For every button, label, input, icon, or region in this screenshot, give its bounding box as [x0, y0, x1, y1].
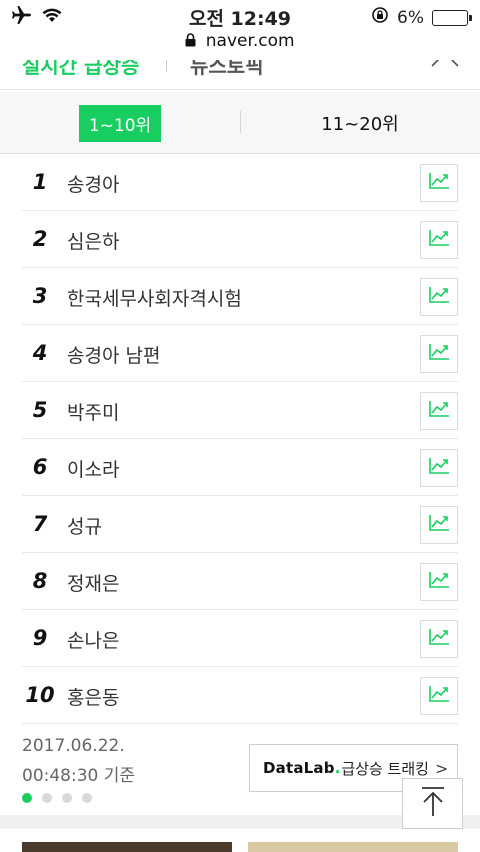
url-text: naver.com — [205, 31, 295, 51]
tab-1-10[interactable]: 1~10위 — [0, 92, 240, 154]
trend-chart-icon — [428, 172, 450, 194]
rank-keyword[interactable]: 손나은 — [67, 626, 119, 653]
rank-keyword[interactable]: 송경아 — [67, 170, 119, 197]
rank-keyword[interactable]: 이소라 — [67, 455, 119, 482]
rank-number: 8 — [32, 569, 48, 593]
thumbnail-image[interactable] — [248, 842, 458, 852]
trend-button[interactable] — [420, 278, 458, 316]
trend-chart-icon — [428, 229, 450, 251]
tab-1-10-label: 1~10위 — [78, 104, 162, 142]
page-indicator — [22, 793, 92, 803]
trend-chart-icon — [428, 571, 450, 593]
rank-number: 3 — [32, 284, 48, 308]
page-dot-1[interactable] — [22, 793, 32, 803]
trend-button[interactable] — [420, 506, 458, 544]
list-item[interactable]: 4 송경아 남편 — [22, 325, 458, 382]
status-bar: 오전 12:49 naver.com 6% — [0, 0, 480, 60]
chevron-right-icon: > — [434, 758, 449, 778]
trend-chart-icon — [428, 457, 450, 479]
rank-number: 10 — [25, 683, 55, 707]
rank-number: 1 — [32, 170, 48, 194]
arrow-up-icon — [420, 786, 446, 822]
trend-button[interactable] — [420, 164, 458, 202]
trend-chart-icon — [428, 628, 450, 650]
rank-keyword[interactable]: 송경아 남편 — [67, 341, 160, 368]
lock-icon — [185, 31, 205, 51]
list-item[interactable]: 9 손나은 — [22, 610, 458, 667]
battery-percent: 6% — [397, 7, 424, 28]
list-item[interactable]: 2 심은하 — [22, 211, 458, 268]
trend-chart-icon — [428, 400, 450, 422]
page-dot-3[interactable] — [62, 793, 72, 803]
list-item[interactable]: 1 송경아 — [22, 154, 458, 211]
list-item[interactable]: 3 한국세무사회자격시험 — [22, 268, 458, 325]
rank-number: 6 — [32, 455, 48, 479]
datalab-label: 급상승 트래킹 — [341, 759, 429, 778]
trend-button[interactable] — [420, 392, 458, 430]
datalab-dot: . — [334, 759, 341, 777]
timestamp-time: 00:48:30 기준 — [22, 766, 136, 786]
rank-number: 9 — [32, 626, 48, 650]
list-item[interactable]: 6 이소라 — [22, 439, 458, 496]
list-item[interactable]: 7 성규 — [22, 496, 458, 553]
address-bar[interactable]: naver.com — [0, 31, 480, 51]
rank-keyword[interactable]: 한국세무사회자격시험 — [67, 284, 242, 311]
rank-number: 7 — [32, 512, 48, 536]
page-dot-4[interactable] — [82, 793, 92, 803]
rank-keyword[interactable]: 홍은동 — [67, 683, 119, 710]
status-right: 6% — [371, 6, 472, 29]
trend-button[interactable] — [420, 221, 458, 259]
trend-chart-icon — [428, 685, 450, 707]
trend-button[interactable] — [420, 563, 458, 601]
trend-button[interactable] — [420, 449, 458, 487]
timestamp-date: 2017.06.22. — [22, 736, 125, 756]
datalab-logo: DataLab — [263, 759, 335, 777]
rank-keyword[interactable]: 성규 — [67, 512, 102, 539]
rank-tabs: 1~10위 11~20위 — [0, 92, 480, 154]
trend-button[interactable] — [420, 620, 458, 658]
rank-keyword[interactable]: 심은하 — [67, 227, 119, 254]
thumbnail-image[interactable] — [22, 842, 232, 852]
page-dot-2[interactable] — [42, 793, 52, 803]
rank-keyword[interactable]: 박주미 — [67, 398, 119, 425]
trend-button[interactable] — [420, 677, 458, 715]
tab-11-20-label: 11~20위 — [321, 114, 399, 135]
trend-chart-icon — [428, 286, 450, 308]
thumbnail-strip — [0, 842, 480, 852]
rank-number: 4 — [32, 341, 48, 365]
list-item[interactable]: 5 박주미 — [22, 382, 458, 439]
rank-number: 5 — [32, 398, 48, 422]
battery-icon — [432, 9, 472, 26]
trend-button[interactable] — [420, 335, 458, 373]
trend-chart-icon — [428, 514, 450, 536]
rank-keyword[interactable]: 정재은 — [67, 569, 119, 596]
tab-11-20[interactable]: 11~20위 — [240, 92, 480, 154]
list-item[interactable]: 10 홍은동 — [22, 667, 458, 724]
rank-list: 1 송경아 2 심은하 3 한국세무사회자격시험 4 송경아 남편 5 박주미 … — [22, 154, 458, 724]
scroll-to-top-button[interactable] — [402, 778, 463, 829]
rank-number: 2 — [32, 227, 48, 251]
trend-chart-icon — [428, 343, 450, 365]
rotation-lock-icon — [371, 6, 389, 29]
list-item[interactable]: 8 정재은 — [22, 553, 458, 610]
